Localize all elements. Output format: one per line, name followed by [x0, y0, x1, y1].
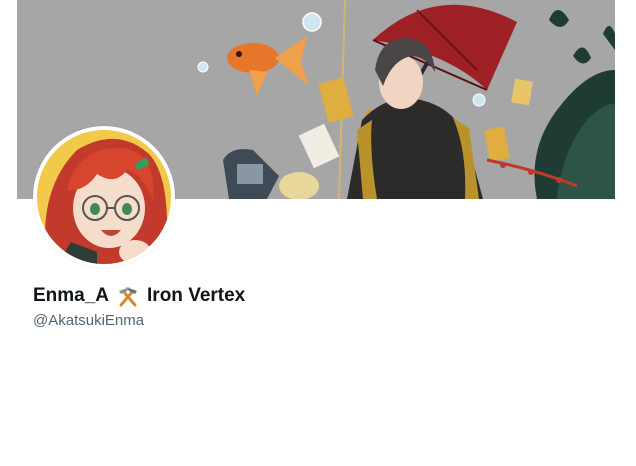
- profile-avatar[interactable]: [33, 126, 175, 268]
- profile-display-name: Enma_A Iron Vertex: [33, 283, 245, 309]
- profile-handle: @AkatsukiEnma: [33, 312, 145, 329]
- avatar-image: [37, 130, 171, 264]
- display-name-suffix: Iron Vertex: [147, 285, 246, 306]
- hammer-and-pick-icon: [115, 283, 141, 309]
- display-name-prefix: Enma_A: [33, 285, 110, 306]
- profile-page: Enma_A Iron Vertex @AkatsukiEnma: [0, 0, 636, 466]
